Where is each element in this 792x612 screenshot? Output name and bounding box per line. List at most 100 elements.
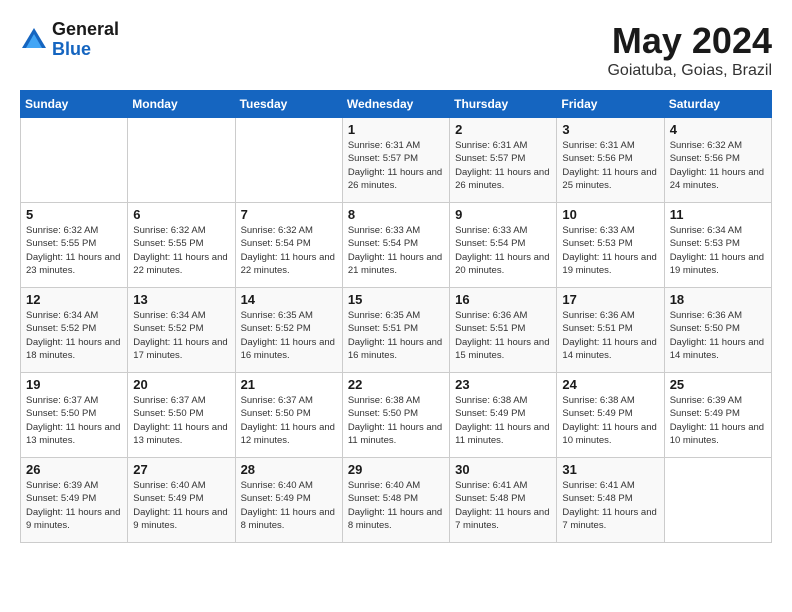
calendar-table: SundayMondayTuesdayWednesdayThursdayFrid… bbox=[20, 90, 772, 543]
day-number: 17 bbox=[562, 292, 658, 307]
day-number: 13 bbox=[133, 292, 229, 307]
day-number: 18 bbox=[670, 292, 766, 307]
day-number: 16 bbox=[455, 292, 551, 307]
calendar-cell: 7 Sunrise: 6:32 AM Sunset: 5:54 PM Daylig… bbox=[235, 203, 342, 288]
day-info: Sunrise: 6:32 AM Sunset: 5:55 PM Dayligh… bbox=[133, 224, 229, 277]
day-number: 15 bbox=[348, 292, 444, 307]
day-number: 31 bbox=[562, 462, 658, 477]
day-number: 7 bbox=[241, 207, 337, 222]
day-info: Sunrise: 6:40 AM Sunset: 5:49 PM Dayligh… bbox=[241, 479, 337, 532]
calendar-cell: 18 Sunrise: 6:36 AM Sunset: 5:50 PM Dayli… bbox=[664, 288, 771, 373]
day-info: Sunrise: 6:39 AM Sunset: 5:49 PM Dayligh… bbox=[26, 479, 122, 532]
calendar-cell bbox=[128, 118, 235, 203]
day-info: Sunrise: 6:35 AM Sunset: 5:51 PM Dayligh… bbox=[348, 309, 444, 362]
weekday-header-tuesday: Tuesday bbox=[235, 91, 342, 118]
calendar-cell: 2 Sunrise: 6:31 AM Sunset: 5:57 PM Daylig… bbox=[450, 118, 557, 203]
calendar-cell: 30Sunrise: 6:41 AM Sunset: 5:48 PM Dayli… bbox=[450, 458, 557, 543]
calendar-cell: 24Sunrise: 6:38 AM Sunset: 5:49 PM Dayli… bbox=[557, 373, 664, 458]
calendar-cell bbox=[235, 118, 342, 203]
day-info: Sunrise: 6:34 AM Sunset: 5:53 PM Dayligh… bbox=[670, 224, 766, 277]
calendar-cell: 15 Sunrise: 6:35 AM Sunset: 5:51 PM Dayli… bbox=[342, 288, 449, 373]
day-number: 24 bbox=[562, 377, 658, 392]
calendar-cell: 11 Sunrise: 6:34 AM Sunset: 5:53 PM Dayli… bbox=[664, 203, 771, 288]
calendar-week-4: 19Sunrise: 6:37 AM Sunset: 5:50 PM Dayli… bbox=[21, 373, 772, 458]
day-info: Sunrise: 6:35 AM Sunset: 5:52 PM Dayligh… bbox=[241, 309, 337, 362]
weekday-header-sunday: Sunday bbox=[21, 91, 128, 118]
calendar-week-5: 26 Sunrise: 6:39 AM Sunset: 5:49 PM Dayli… bbox=[21, 458, 772, 543]
day-number: 30 bbox=[455, 462, 551, 477]
day-number: 29 bbox=[348, 462, 444, 477]
logo: General Blue bbox=[20, 20, 119, 60]
calendar-cell: 26 Sunrise: 6:39 AM Sunset: 5:49 PM Dayli… bbox=[21, 458, 128, 543]
day-info: Sunrise: 6:36 AM Sunset: 5:51 PM Dayligh… bbox=[562, 309, 658, 362]
day-number: 22 bbox=[348, 377, 444, 392]
day-info: Sunrise: 6:32 AM Sunset: 5:56 PM Dayligh… bbox=[670, 139, 766, 192]
calendar-cell bbox=[664, 458, 771, 543]
day-number: 1 bbox=[348, 122, 444, 137]
title-location: Goiatuba, Goias, Brazil bbox=[607, 62, 772, 80]
calendar-cell: 29 Sunrise: 6:40 AM Sunset: 5:48 PM Dayli… bbox=[342, 458, 449, 543]
calendar-cell: 5Sunrise: 6:32 AM Sunset: 5:55 PM Daylig… bbox=[21, 203, 128, 288]
logo-general: General bbox=[52, 20, 119, 40]
calendar-cell: 4Sunrise: 6:32 AM Sunset: 5:56 PM Daylig… bbox=[664, 118, 771, 203]
day-number: 25 bbox=[670, 377, 766, 392]
calendar-cell: 13 Sunrise: 6:34 AM Sunset: 5:52 PM Dayli… bbox=[128, 288, 235, 373]
calendar-cell: 3 Sunrise: 6:31 AM Sunset: 5:56 PM Daylig… bbox=[557, 118, 664, 203]
weekday-header-thursday: Thursday bbox=[450, 91, 557, 118]
day-number: 23 bbox=[455, 377, 551, 392]
calendar-cell: 16Sunrise: 6:36 AM Sunset: 5:51 PM Dayli… bbox=[450, 288, 557, 373]
day-info: Sunrise: 6:37 AM Sunset: 5:50 PM Dayligh… bbox=[26, 394, 122, 447]
weekday-header-monday: Monday bbox=[128, 91, 235, 118]
day-number: 8 bbox=[348, 207, 444, 222]
day-number: 6 bbox=[133, 207, 229, 222]
day-info: Sunrise: 6:41 AM Sunset: 5:48 PM Dayligh… bbox=[562, 479, 658, 532]
calendar-week-2: 5 Sunrise: 6:32 AM Sunset: 5:55 PM Daylig… bbox=[21, 203, 772, 288]
calendar-cell: 8 Sunrise: 6:33 AM Sunset: 5:54 PM Daylig… bbox=[342, 203, 449, 288]
calendar-cell: 19Sunrise: 6:37 AM Sunset: 5:50 PM Dayli… bbox=[21, 373, 128, 458]
day-number: 26 bbox=[26, 462, 122, 477]
page-header: General Blue May 2024 Goiatuba, Goias, B… bbox=[20, 20, 772, 80]
calendar-cell: 1 Sunrise: 6:31 AM Sunset: 5:57 PM Daylig… bbox=[342, 118, 449, 203]
day-number: 12 bbox=[26, 292, 122, 307]
day-info: Sunrise: 6:40 AM Sunset: 5:49 PM Dayligh… bbox=[133, 479, 229, 532]
calendar-cell: 10Sunrise: 6:33 AM Sunset: 5:53 PM Dayli… bbox=[557, 203, 664, 288]
day-info: Sunrise: 6:36 AM Sunset: 5:50 PM Dayligh… bbox=[670, 309, 766, 362]
calendar-body: 1 Sunrise: 6:31 AM Sunset: 5:57 PM Daylig… bbox=[21, 118, 772, 543]
calendar-cell: 23 Sunrise: 6:38 AM Sunset: 5:49 PM Dayli… bbox=[450, 373, 557, 458]
day-number: 5 bbox=[26, 207, 122, 222]
day-info: Sunrise: 6:34 AM Sunset: 5:52 PM Dayligh… bbox=[26, 309, 122, 362]
day-info: Sunrise: 6:31 AM Sunset: 5:57 PM Dayligh… bbox=[348, 139, 444, 192]
calendar-cell: 6 Sunrise: 6:32 AM Sunset: 5:55 PM Daylig… bbox=[128, 203, 235, 288]
day-info: Sunrise: 6:37 AM Sunset: 5:50 PM Dayligh… bbox=[133, 394, 229, 447]
weekday-header-row: SundayMondayTuesdayWednesdayThursdayFrid… bbox=[21, 91, 772, 118]
day-info: Sunrise: 6:38 AM Sunset: 5:50 PM Dayligh… bbox=[348, 394, 444, 447]
day-info: Sunrise: 6:33 AM Sunset: 5:53 PM Dayligh… bbox=[562, 224, 658, 277]
day-number: 20 bbox=[133, 377, 229, 392]
title-month: May 2024 bbox=[607, 20, 772, 62]
day-info: Sunrise: 6:31 AM Sunset: 5:57 PM Dayligh… bbox=[455, 139, 551, 192]
logo-text: General Blue bbox=[52, 20, 119, 60]
day-info: Sunrise: 6:40 AM Sunset: 5:48 PM Dayligh… bbox=[348, 479, 444, 532]
calendar-cell: 25 Sunrise: 6:39 AM Sunset: 5:49 PM Dayli… bbox=[664, 373, 771, 458]
calendar-cell bbox=[21, 118, 128, 203]
day-info: Sunrise: 6:33 AM Sunset: 5:54 PM Dayligh… bbox=[348, 224, 444, 277]
logo-blue: Blue bbox=[52, 40, 119, 60]
calendar-cell: 31 Sunrise: 6:41 AM Sunset: 5:48 PM Dayli… bbox=[557, 458, 664, 543]
day-number: 9 bbox=[455, 207, 551, 222]
day-number: 21 bbox=[241, 377, 337, 392]
calendar-cell: 28Sunrise: 6:40 AM Sunset: 5:49 PM Dayli… bbox=[235, 458, 342, 543]
calendar-week-3: 12 Sunrise: 6:34 AM Sunset: 5:52 PM Dayli… bbox=[21, 288, 772, 373]
day-number: 11 bbox=[670, 207, 766, 222]
day-info: Sunrise: 6:33 AM Sunset: 5:54 PM Dayligh… bbox=[455, 224, 551, 277]
day-info: Sunrise: 6:34 AM Sunset: 5:52 PM Dayligh… bbox=[133, 309, 229, 362]
calendar-cell: 12 Sunrise: 6:34 AM Sunset: 5:52 PM Dayli… bbox=[21, 288, 128, 373]
day-number: 2 bbox=[455, 122, 551, 137]
day-info: Sunrise: 6:38 AM Sunset: 5:49 PM Dayligh… bbox=[455, 394, 551, 447]
day-info: Sunrise: 6:39 AM Sunset: 5:49 PM Dayligh… bbox=[670, 394, 766, 447]
day-info: Sunrise: 6:32 AM Sunset: 5:54 PM Dayligh… bbox=[241, 224, 337, 277]
calendar-cell: 27 Sunrise: 6:40 AM Sunset: 5:49 PM Dayli… bbox=[128, 458, 235, 543]
calendar-cell: 22 Sunrise: 6:38 AM Sunset: 5:50 PM Dayli… bbox=[342, 373, 449, 458]
day-info: Sunrise: 6:31 AM Sunset: 5:56 PM Dayligh… bbox=[562, 139, 658, 192]
day-number: 27 bbox=[133, 462, 229, 477]
day-number: 3 bbox=[562, 122, 658, 137]
